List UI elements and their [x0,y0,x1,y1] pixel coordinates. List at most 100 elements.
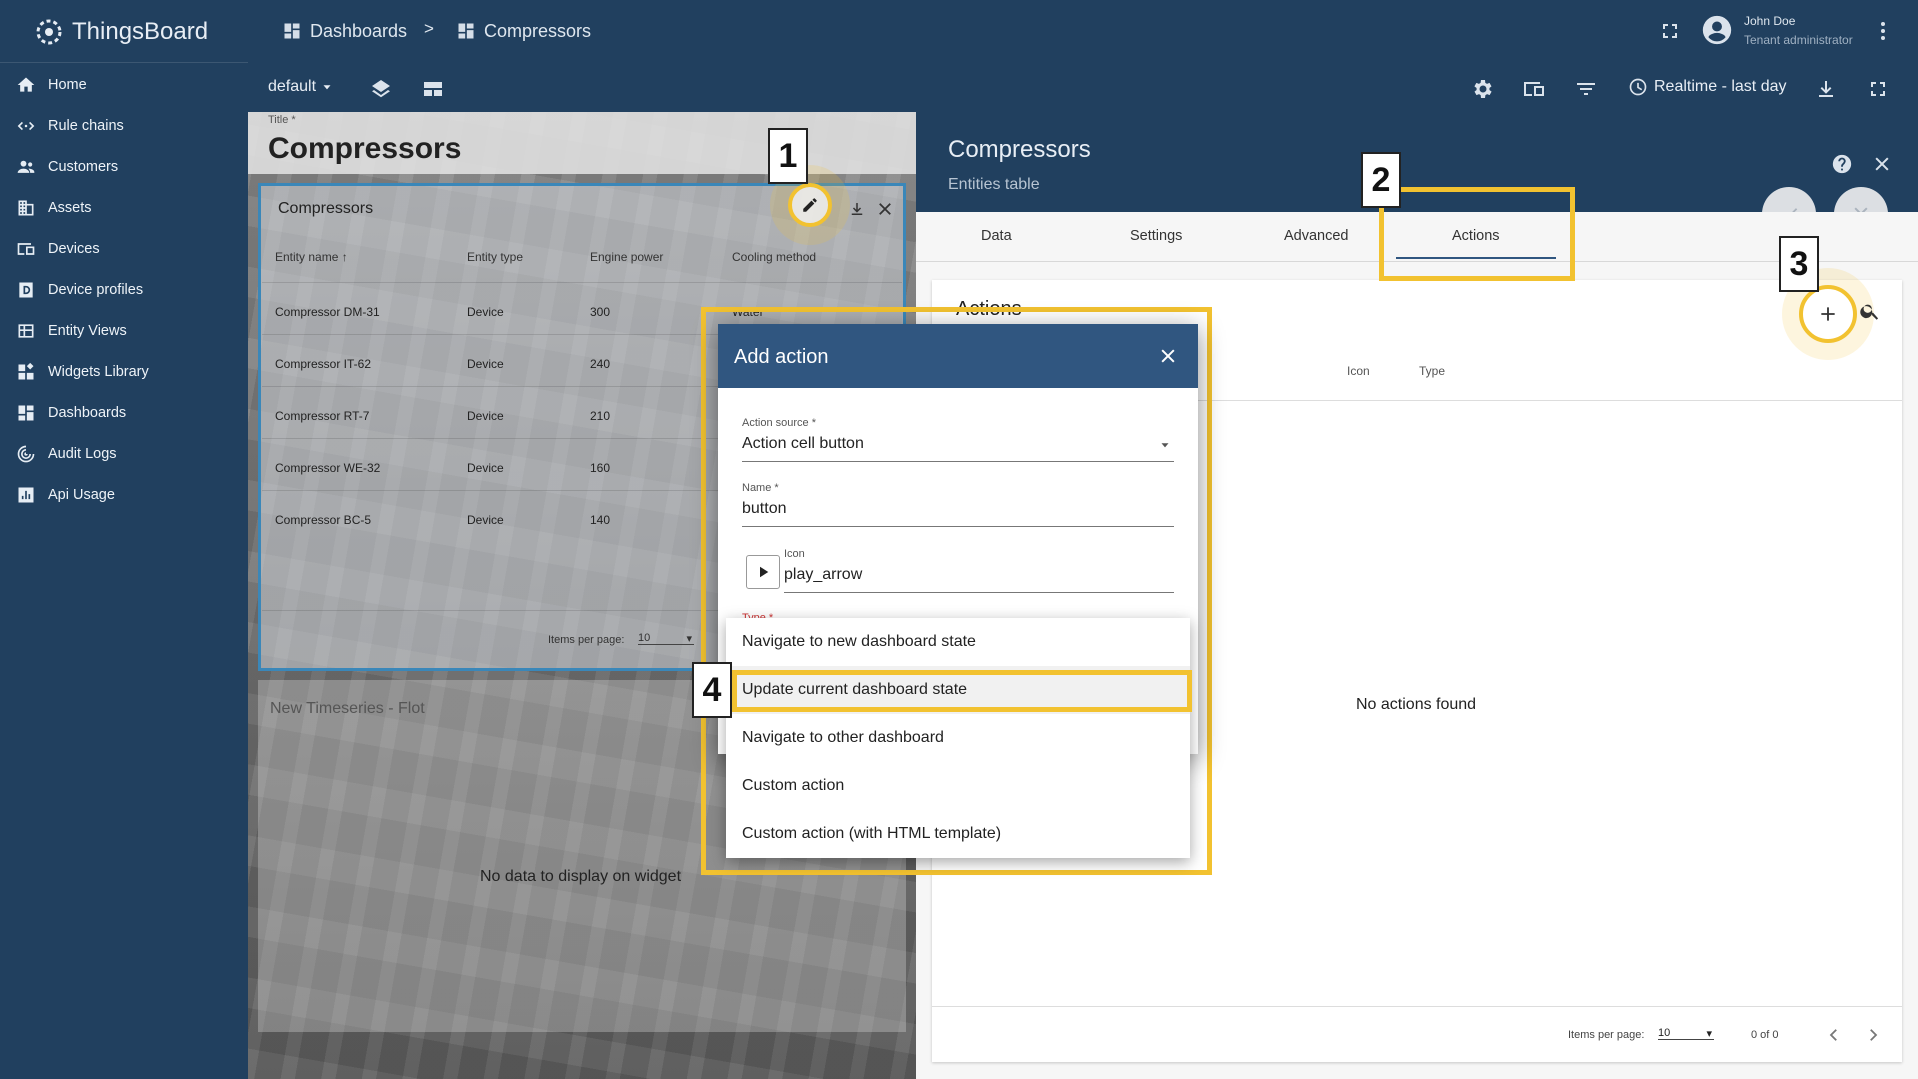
action-source-value: Action cell button [742,435,864,452]
option-custom-action-html[interactable]: Custom action (with HTML template) [726,810,1190,858]
sidebar-item-label: Rule chains [48,117,124,134]
dialog-close-button[interactable] [1158,346,1178,366]
table-cell: Device [467,513,504,527]
layers-icon [372,80,390,98]
page-range: 0 of 0 [1751,1029,1779,1041]
chevron-right-icon [1870,1029,1878,1041]
audit-logs-icon [17,445,35,462]
app-logo[interactable]: ThingsBoard [34,10,208,54]
next-page-button[interactable] [1864,1026,1882,1044]
widget-title: Compressors [278,200,374,217]
sidebar-item-label: Dashboards [48,404,127,421]
sidebar-item-api-usage[interactable]: Api Usage [0,474,248,515]
user-name: John Doe [1744,14,1796,28]
more-vert-icon [1881,22,1885,40]
table-cell: Compressor WE-32 [275,461,381,475]
field-underline [784,592,1174,593]
home-icon [17,77,35,92]
user-role: Tenant administrator [1744,33,1853,47]
edit-widget-button[interactable] [788,183,832,227]
table-cell: 210 [590,409,611,423]
sidebar-item-devices[interactable]: Devices [0,228,248,269]
option-custom-action[interactable]: Custom action [726,762,1190,810]
tab-data[interactable]: Data [981,228,1012,244]
column-header-cooling-method[interactable]: Cooling method [732,250,816,264]
name-input[interactable]: button [742,500,1174,526]
sidebar-divider [0,62,248,63]
empty-message: No actions found [1356,696,1477,713]
tab-settings[interactable]: Settings [1130,228,1182,244]
sidebar-item-widgets-library[interactable]: Widgets Library [0,351,248,392]
sidebar-item-assets[interactable]: Assets [0,187,248,228]
help-button[interactable] [1831,153,1853,175]
widget-title: New Timeseries - Flot [270,700,425,717]
column-header-engine-power[interactable]: Engine power [590,250,663,264]
sidebar-item-home[interactable]: Home [0,64,248,105]
sidebar-item-label: Api Usage [48,486,115,503]
sidebar-item-label: Device profiles [48,281,144,298]
breadcrumb-separator: > [424,19,434,38]
column-header-icon[interactable]: Icon [1347,364,1370,378]
caret-down-icon [323,85,331,90]
tab-advanced[interactable]: Advanced [1284,228,1349,244]
app-name: ThingsBoard [72,18,209,45]
dashboards-icon [18,405,34,420]
devices-icon [17,242,35,255]
breadcrumb-dashboards[interactable]: Dashboards [282,18,407,44]
gear-icon [1474,80,1492,98]
sidebar-item-device-profiles[interactable]: Device profiles [0,269,248,310]
view-stream-icon [424,82,442,96]
column-header-entity-name[interactable]: Entity name ↑ [275,250,348,264]
close-editor-button[interactable] [1872,154,1892,174]
sidebar-item-audit-logs[interactable]: Audit Logs [0,433,248,474]
annotation-number-2: 2 [1361,152,1401,208]
fullscreen-button[interactable] [1658,19,1682,43]
devices-icon [1524,82,1544,96]
annotation-box-actions-tab [1379,187,1575,281]
table-cell: Device [467,409,504,423]
items-per-page-label: Items per page: [548,634,625,646]
devices-layout-button[interactable] [1522,77,1546,101]
filter-button[interactable] [1574,77,1598,101]
search-actions-button[interactable] [1859,300,1881,322]
avatar[interactable] [1700,13,1734,47]
items-per-page-select[interactable]: 10 ▾ [1658,1027,1714,1040]
table-cell: 300 [590,305,611,319]
thingsboard-logo-icon [36,19,62,45]
layers-button[interactable] [369,77,393,101]
column-header-entity-type[interactable]: Entity type [467,250,523,264]
filter-list-icon [1577,83,1595,95]
add-action-button[interactable] [1799,285,1857,343]
settings-button[interactable] [1470,77,1494,101]
items-per-page-select[interactable]: 10 ▾ [638,632,694,645]
option-navigate-other-dashboard[interactable]: Navigate to other dashboard [726,714,1190,762]
dashboard-title[interactable]: Compressors [268,132,461,166]
table-cell: Compressor DM-31 [275,305,380,319]
timewindow-button[interactable]: Realtime - last day [1628,77,1787,97]
row-divider [262,282,902,283]
annotation-number-4: 4 [692,662,732,718]
state-select[interactable]: default [268,78,334,96]
layout-button[interactable] [421,77,445,101]
more-menu-button[interactable] [1871,19,1895,43]
close-icon [1875,157,1889,171]
option-navigate-new-state[interactable]: Navigate to new dashboard state [726,618,1190,666]
table-cell: 240 [590,357,611,371]
action-source-label: Action source * [742,417,816,429]
fullscreen-icon [1871,82,1885,96]
widget-download-button[interactable] [848,200,866,218]
sidebar-item-entity-views[interactable]: Entity Views [0,310,248,351]
action-source-select[interactable]: Action cell button [742,435,1174,461]
dialog-title: Add action [734,346,829,368]
sidebar-item-customers[interactable]: Customers [0,146,248,187]
dashboard-fullscreen-button[interactable] [1866,77,1890,101]
table-cell: 140 [590,513,611,527]
column-header-type[interactable]: Type [1419,364,1445,378]
sidebar-item-rule-chains[interactable]: Rule chains [0,105,248,146]
widget-delete-button[interactable] [876,200,894,218]
icon-picker-button[interactable] [746,555,780,589]
icon-input[interactable]: play_arrow [784,566,1174,592]
export-button[interactable] [1814,77,1838,101]
sidebar-item-dashboards[interactable]: Dashboards [0,392,248,433]
prev-page-button[interactable] [1825,1026,1843,1044]
